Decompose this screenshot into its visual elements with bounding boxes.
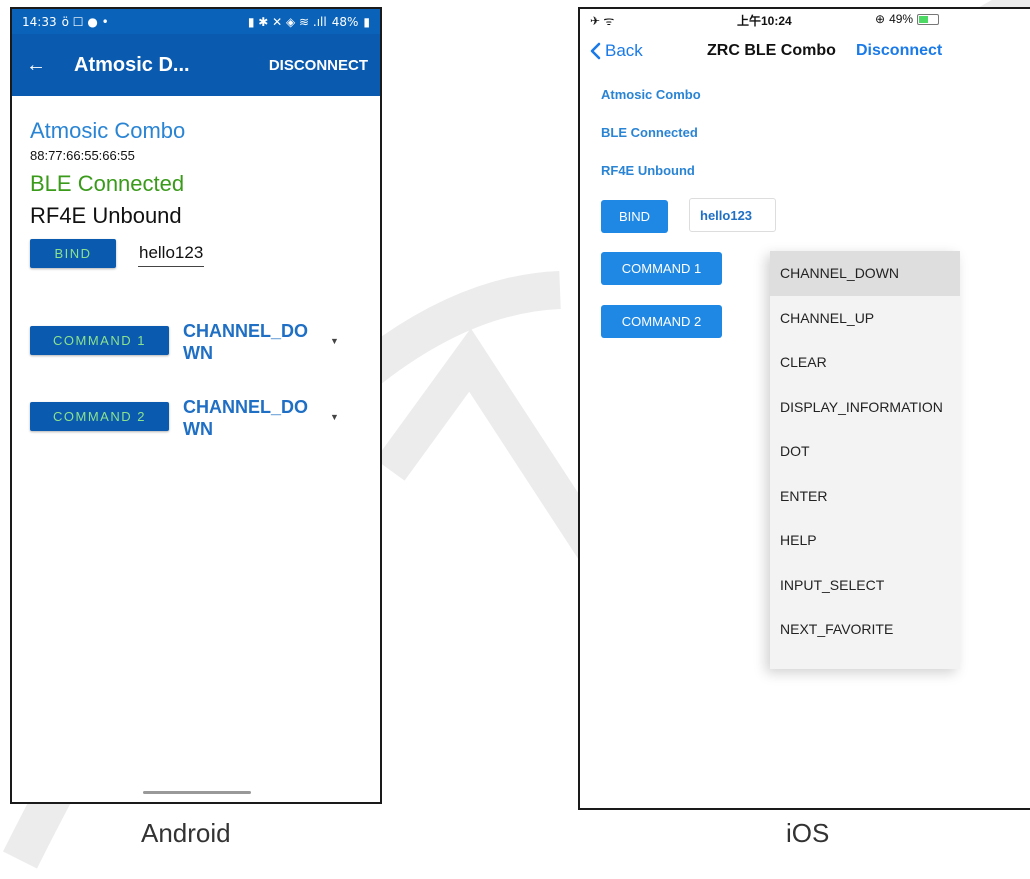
battery-status: ⊕ 49% — [875, 12, 940, 26]
status-system-icons: ▮ ✱ ✕ ◈ ≋ .ıll — [247, 14, 327, 29]
command-1-button[interactable]: COMMAND 1 — [601, 252, 722, 285]
battery-icon — [917, 13, 940, 25]
device-name: Atmosic Combo — [30, 118, 186, 143]
dropdown-caret-icon[interactable]: ▼ — [330, 412, 339, 422]
android-status-bar: 14:33 ö ☐ ● • ▮ ✱ ✕ ◈ ≋ .ıll 48% ▮ — [12, 9, 380, 34]
command-2-select[interactable]: CHANNEL_DOWN — [183, 396, 318, 440]
dropdown-option[interactable]: NEXT_FAVORITE — [770, 607, 960, 652]
status-battery-text: 48% — [331, 14, 359, 29]
back-label: Back — [605, 41, 643, 60]
android-caption: Android — [141, 818, 231, 848]
status-notification-icons: ö ☐ ● • — [61, 14, 109, 29]
command-1-button[interactable]: COMMAND 1 — [30, 326, 169, 355]
disconnect-button[interactable]: Disconnect — [856, 42, 942, 60]
dropdown-option[interactable]: HELP — [770, 518, 960, 563]
dropdown-option[interactable]: CHANNEL_UP — [770, 296, 960, 341]
ios-caption: iOS — [786, 818, 830, 848]
device-name: Atmosic Combo — [601, 87, 701, 102]
android-content: Atmosic Combo 88:77:66:55:66:55 BLE Conn… — [12, 96, 380, 440]
dropdown-option[interactable]: INPUT_SELECT — [770, 563, 960, 608]
command-dropdown-menu: CHANNEL_DOWN CHANNEL_UP CLEAR DISPLAY_IN… — [770, 251, 960, 669]
bind-code-input[interactable]: hello123 — [689, 198, 776, 232]
bind-row: BIND hello123 — [30, 239, 364, 268]
bind-code-input[interactable]: hello123 — [138, 241, 205, 267]
ios-status-bar: ✈ ᯤ 上午10:24 ⊕ 49% — [580, 9, 1030, 31]
page-title: ZRC BLE Combo — [707, 42, 836, 59]
command-1-select[interactable]: CHANNEL_DOWN — [183, 320, 318, 364]
dropdown-caret-icon[interactable]: ▼ — [330, 336, 339, 346]
device-mac-address: 88:77:66:55:66:55 — [30, 148, 135, 163]
android-phone-screen: 14:33 ö ☐ ● • ▮ ✱ ✕ ◈ ≋ .ıll 48% ▮ ← Atm… — [10, 7, 382, 804]
dropdown-option[interactable]: DISPLAY_INFORMATION — [770, 385, 960, 430]
command-2-row: COMMAND 2 CHANNEL_DOWN ▼ — [30, 396, 364, 440]
command-2-button[interactable]: COMMAND 2 — [601, 305, 722, 338]
status-time: 14:33 — [22, 14, 57, 29]
battery-percent: 49% — [889, 12, 914, 26]
ios-nav-bar: Back ZRC BLE Combo Disconnect — [580, 31, 1030, 73]
ios-phone-screen: ✈ ᯤ 上午10:24 ⊕ 49% Back ZRC BLE Combo Dis… — [578, 7, 1030, 810]
dropdown-option[interactable]: CLEAR — [770, 340, 960, 385]
chevron-left-icon — [590, 42, 601, 60]
page-title: Atmosic D... — [74, 53, 190, 76]
dropdown-option[interactable]: CHANNEL_DOWN — [770, 251, 960, 296]
airplane-wifi-icons: ✈ ᯤ — [590, 13, 615, 28]
ble-status: BLE Connected — [601, 125, 698, 140]
rf4e-status: RF4E Unbound — [601, 163, 695, 178]
command-1-row: COMMAND 1 CHANNEL_DOWN ▼ — [30, 320, 364, 364]
bind-button[interactable]: BIND — [601, 200, 668, 233]
bind-button[interactable]: BIND — [30, 239, 116, 268]
command-2-button[interactable]: COMMAND 2 — [30, 402, 169, 431]
disconnect-button[interactable]: DISCONNECT — [269, 57, 368, 74]
ble-status: BLE Connected — [30, 171, 185, 196]
dropdown-option[interactable]: DOT — [770, 429, 960, 474]
orientation-lock-icon: ⊕ — [875, 12, 886, 26]
status-time: 上午10:24 — [737, 14, 792, 28]
dropdown-option[interactable]: ENTER — [770, 474, 960, 519]
rf4e-status: RF4E Unbound — [30, 203, 182, 228]
back-button[interactable]: Back — [590, 41, 643, 61]
home-indicator[interactable] — [143, 791, 251, 794]
battery-level-fill — [919, 15, 929, 23]
back-arrow-icon[interactable]: ← — [26, 54, 52, 77]
battery-icon: ▮ — [363, 14, 370, 29]
android-app-bar: ← Atmosic D... DISCONNECT — [12, 34, 380, 96]
